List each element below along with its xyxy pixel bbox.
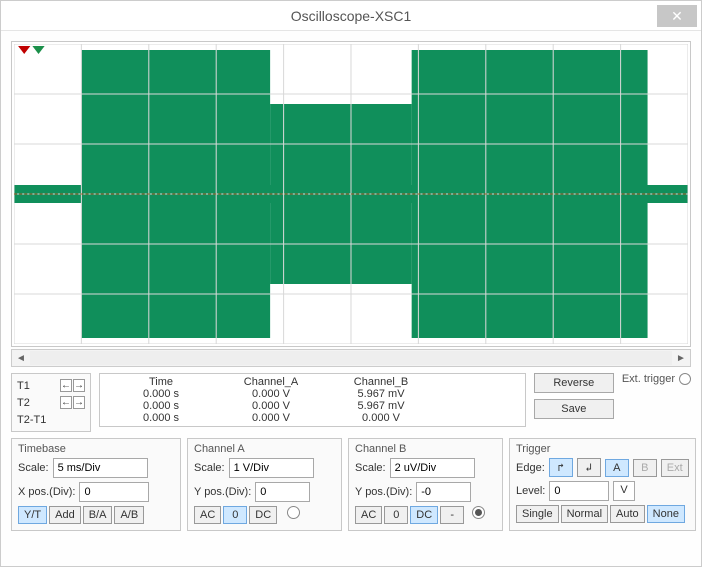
chb-ac-button[interactable]: AC [355,506,382,524]
chb-minus-button[interactable]: - [440,506,464,524]
timebase-panel: Timebase Scale: X pos.(Div): Y/T Add B/A… [11,438,181,531]
readout-cell: 0.000 V [326,412,436,424]
channel-b-title: Channel B [355,443,496,455]
window-title: Oscilloscope-XSC1 [291,8,412,24]
cha-ypos-input[interactable] [255,482,310,502]
trigger-level-unit: V [613,481,634,501]
readout-cell: 0.000 V [216,388,326,400]
timebase-yt-button[interactable]: Y/T [18,506,47,524]
timebase-xpos-label: X pos.(Div): [18,486,75,498]
readout-cell: 0.000 s [106,400,216,412]
reverse-button[interactable]: Reverse [534,373,614,393]
chb-ypos-label: Y pos.(Div): [355,486,412,498]
cha-ypos-label: Y pos.(Div): [194,486,251,498]
readout-header-time: Time [106,376,216,388]
trigger-panel: Trigger Edge: ↱ ↲ A B Ext Level: V Singl… [509,438,696,531]
readout-header-chb: Channel_B [326,376,436,388]
readout-cell: 0.000 s [106,412,216,424]
timebase-scale-label: Scale: [18,462,49,474]
cursor-diff-label: T2-T1 [17,414,46,426]
channel-a-panel: Channel A Scale: Y pos.(Div): AC 0 DC [187,438,342,531]
cha-zero-button[interactable]: 0 [223,506,247,524]
cha-dc-button[interactable]: DC [249,506,277,524]
t2-right-button[interactable]: → [73,396,85,409]
t1-right-button[interactable]: → [73,379,85,392]
chb-scale-input[interactable] [390,458,475,478]
edge-a-button[interactable]: A [605,459,629,477]
readout-cell: 0.000 V [216,412,326,424]
timebase-ab-button[interactable]: A/B [114,506,144,524]
edge-rise-button[interactable]: ↱ [549,458,573,477]
timebase-title: Timebase [18,443,174,455]
cursor-t2-label: T2 [17,397,30,409]
chb-ypos-input[interactable] [416,482,471,502]
scroll-track[interactable] [30,351,672,365]
right-buttons: Reverse Save [534,373,614,419]
cursor-controls: T1 ←→ T2 ←→ T2-T1 [11,373,91,432]
readout-cell: 0.000 V [216,400,326,412]
channel-b-panel: Channel B Scale: Y pos.(Div): AC 0 DC - [348,438,503,531]
cursor-t1-label: T1 [17,380,30,392]
readout-row: T1 ←→ T2 ←→ T2-T1 Time [11,373,691,432]
content-area: ◄ ► T1 ←→ T2 ←→ T2-T1 [1,31,701,566]
scope-frame [11,41,691,347]
channel-a-title: Channel A [194,443,335,455]
timebase-scale-input[interactable] [53,458,148,478]
readout-cell: 5.967 mV [326,400,436,412]
timebase-add-button[interactable]: Add [49,506,81,524]
horizontal-scrollbar[interactable]: ◄ ► [11,349,691,367]
readout-table: Time Channel_A Channel_B 0.000 s 0.000 V… [99,373,526,427]
titlebar: Oscilloscope-XSC1 ✕ [1,1,701,31]
trigger-none-button[interactable]: None [647,505,685,523]
trigger-auto-button[interactable]: Auto [610,505,645,523]
close-button[interactable]: ✕ [657,5,697,27]
chb-scale-label: Scale: [355,462,386,474]
readout-header-cha: Channel_A [216,376,326,388]
control-panels: Timebase Scale: X pos.(Div): Y/T Add B/A… [11,438,691,531]
close-icon: ✕ [671,8,683,25]
cha-color-radio[interactable] [287,506,300,519]
trigger-level-input[interactable] [549,481,609,501]
save-button[interactable]: Save [534,399,614,419]
readout-cell: 0.000 s [106,388,216,400]
trigger-single-button[interactable]: Single [516,505,559,523]
scroll-left-icon[interactable]: ◄ [12,350,30,366]
trigger-normal-button[interactable]: Normal [561,505,608,523]
cha-scale-input[interactable] [229,458,314,478]
scroll-right-icon[interactable]: ► [672,350,690,366]
readout-cell: 5.967 mV [326,388,436,400]
timebase-ba-button[interactable]: B/A [83,506,113,524]
cha-ac-button[interactable]: AC [194,506,221,524]
trigger-edge-label: Edge: [516,462,545,474]
trigger-level-label: Level: [516,485,545,497]
cha-scale-label: Scale: [194,462,225,474]
edge-fall-button[interactable]: ↲ [577,458,601,477]
timebase-xpos-input[interactable] [79,482,149,502]
chb-color-radio[interactable] [472,506,485,519]
ext-trigger-radio[interactable] [679,373,691,385]
edge-b-button[interactable]: B [633,459,657,477]
oscilloscope-window: Oscilloscope-XSC1 ✕ ◄ ► T1 ←→ T2 [0,0,702,567]
t2-left-button[interactable]: ← [60,396,72,409]
ext-trigger-group: Ext. trigger [622,373,691,387]
chb-zero-button[interactable]: 0 [384,506,408,524]
chb-dc-button[interactable]: DC [410,506,438,524]
ext-trigger-label: Ext. trigger [622,373,675,385]
edge-ext-button[interactable]: Ext [661,459,689,477]
t1-left-button[interactable]: ← [60,379,72,392]
trigger-title: Trigger [516,443,689,455]
waveform-display[interactable] [14,44,688,344]
